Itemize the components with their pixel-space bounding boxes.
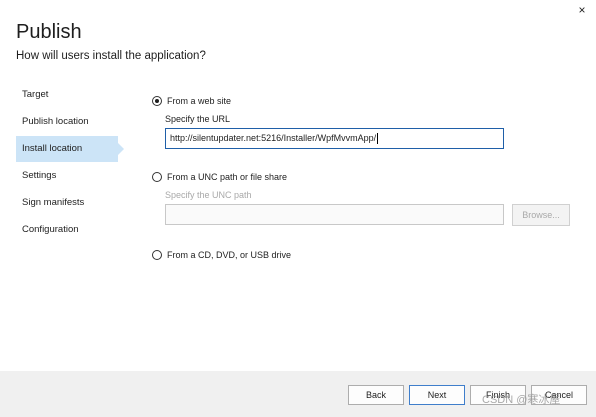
web-site-label: From a web site — [167, 96, 232, 106]
cd-dvd-usb-option[interactable]: From a CD, DVD, or USB drive — [152, 250, 291, 260]
unc-path-field-label: Specify the UNC path — [165, 190, 252, 200]
nav-item-publish-location[interactable]: Publish location — [16, 109, 126, 135]
nav-item-target[interactable]: Target — [16, 82, 126, 108]
close-icon[interactable]: × — [574, 2, 590, 18]
next-button[interactable]: Next — [409, 385, 465, 405]
web-site-option[interactable]: From a web site — [152, 96, 231, 106]
nav-item-settings[interactable]: Settings — [16, 163, 126, 189]
url-input[interactable]: http://silentupdater.net:5216/Installer/… — [165, 128, 504, 149]
cd-dvd-usb-label: From a CD, DVD, or USB drive — [167, 250, 292, 260]
page-title: Publish — [16, 21, 82, 43]
text-caret — [377, 133, 379, 145]
nav-item-configuration[interactable]: Configuration — [16, 217, 126, 243]
unc-path-label: From a UNC path or file share — [167, 172, 288, 182]
nav-item-sign-manifests[interactable]: Sign manifests — [16, 190, 126, 216]
nav-item-install-location[interactable]: Install location — [16, 136, 124, 162]
unc-path-radio[interactable] — [152, 172, 162, 182]
unc-path-input[interactable] — [165, 204, 504, 225]
url-label: Specify the URL — [165, 114, 231, 124]
page-subtitle: How will users install the application? — [16, 50, 206, 62]
cd-dvd-usb-radio[interactable] — [152, 250, 162, 260]
wizard-nav: Target Publish location Install location… — [16, 82, 126, 244]
browse-button[interactable]: Browse... — [512, 204, 570, 226]
back-button[interactable]: Back — [348, 385, 404, 405]
url-input-value: http://silentupdater.net:5216/Installer/… — [170, 133, 377, 143]
watermark: CSDN @寒冰屋 — [482, 394, 561, 406]
unc-path-option[interactable]: From a UNC path or file share — [152, 172, 287, 182]
web-site-radio[interactable] — [152, 96, 162, 106]
